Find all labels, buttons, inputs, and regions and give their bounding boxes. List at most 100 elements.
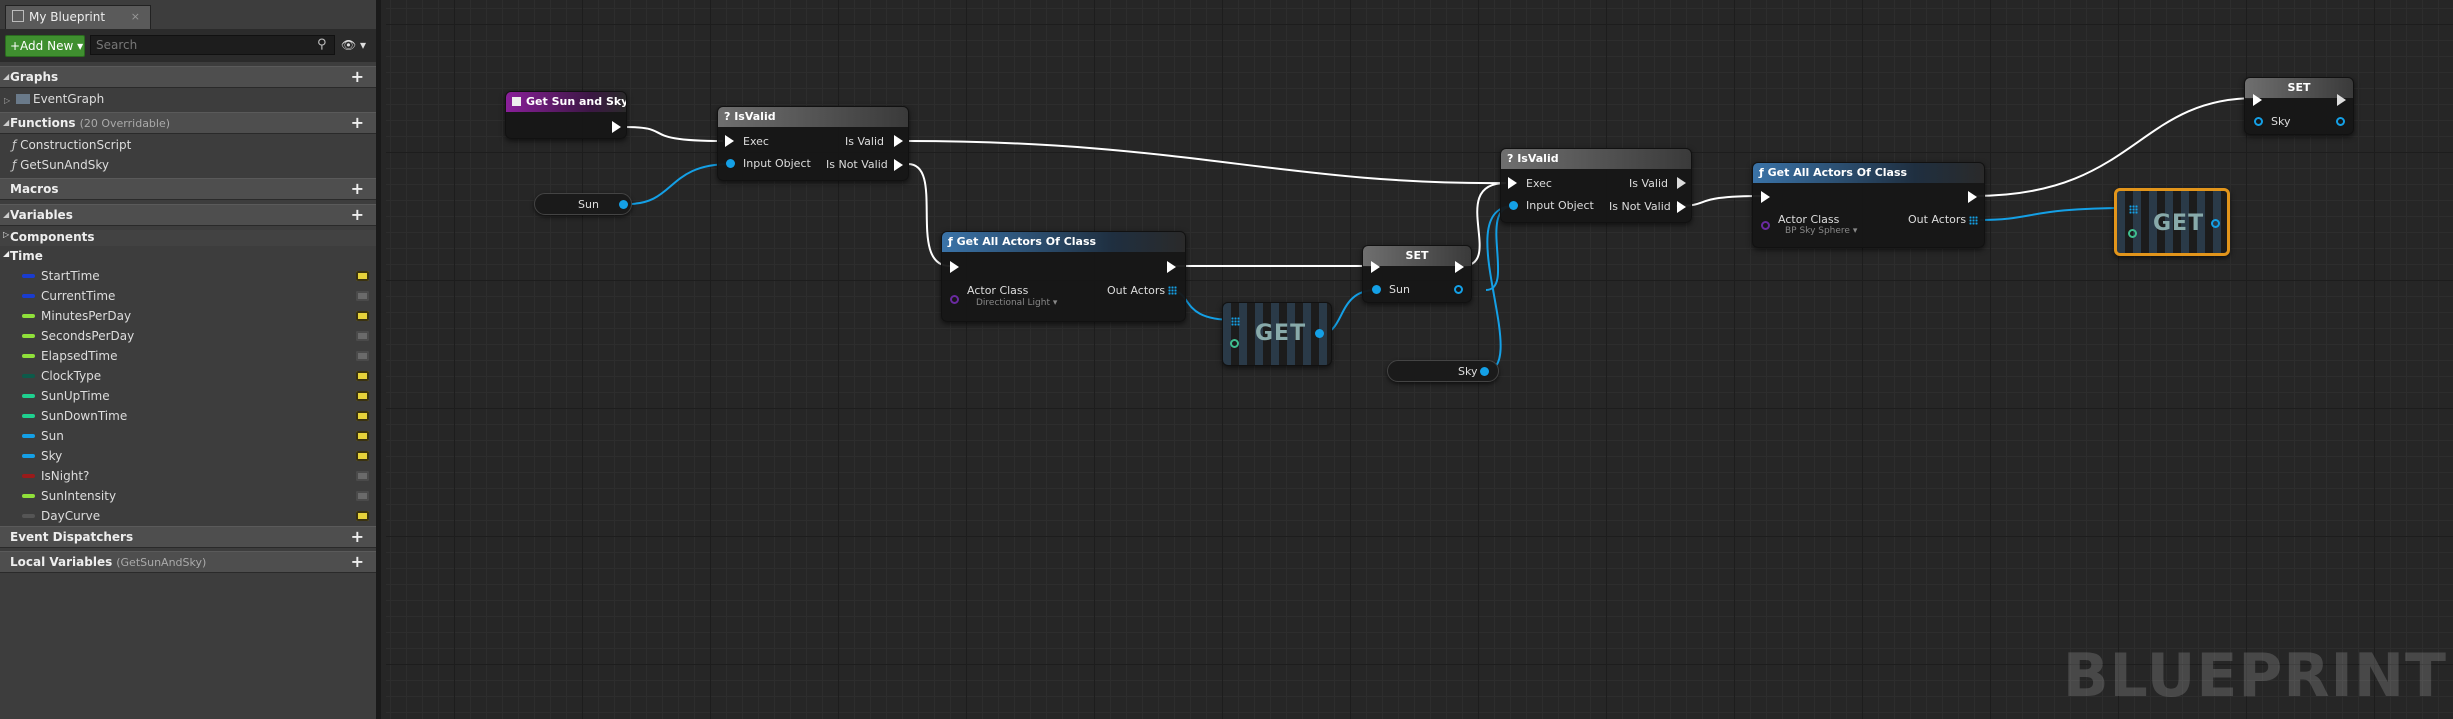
section-variables[interactable]: ◢ Variables + [0,204,376,226]
graph-item-eventgraph[interactable]: ▷ EventGraph [4,92,104,106]
node-isvalid-1[interactable]: ? IsValid Exec Input Object Is Valid Is … [717,106,909,181]
node-isvalid-2[interactable]: ? IsValid Exec Input Object Is Valid Is … [1500,148,1692,223]
out-actors-pin[interactable] [1168,286,1177,295]
add-macro-icon[interactable]: + [351,179,364,199]
exec-in-pin[interactable] [1371,261,1380,273]
out-actors-pin[interactable] [1969,216,1978,225]
expand-icon[interactable]: ◢ [3,113,9,133]
close-icon[interactable]: × [131,6,140,28]
exec-out-pin[interactable] [1455,261,1464,273]
visibility-eye-icon[interactable] [356,371,369,381]
node-get-all-actors-1[interactable]: ƒ Get All Actors Of Class Actor Class Di… [941,231,1186,322]
variable-item[interactable]: Sun [0,428,376,446]
sky-in-pin[interactable] [2254,117,2263,126]
node-set-sun[interactable]: SET Sun [1362,245,1472,303]
exec-out-pin[interactable] [1968,191,1977,203]
add-new-button[interactable]: +Add New ▾ [5,35,85,57]
node-get-all-actors-2[interactable]: ƒ Get All Actors Of Class Actor Class BP… [1752,162,1985,248]
output-pin[interactable] [619,200,628,209]
sun-in-pin[interactable] [1372,285,1381,294]
input-object-pin[interactable] [726,159,735,168]
node-get-sun[interactable]: Sun [534,193,632,215]
section-macros[interactable]: Macros + [0,178,376,200]
variable-item[interactable]: Sky [0,448,376,466]
tab-my-blueprint[interactable]: My Blueprint × [5,5,151,29]
variable-item[interactable]: DayCurve [0,508,376,526]
exec-out-pin[interactable] [2337,94,2346,106]
graph-canvas[interactable]: Get Sun and Sky Sun ? IsValid Exec Input… [386,0,2453,719]
exec-out-pin[interactable] [612,121,621,133]
actor-class-dropdown[interactable]: Directional Light ▾ [976,298,1057,308]
add-function-icon[interactable]: + [351,113,364,133]
actor-class-pin[interactable] [950,295,959,304]
visibility-eye-icon[interactable] [356,271,369,281]
add-local-variable-icon[interactable]: + [351,552,364,572]
exec-in-pin[interactable] [2253,94,2262,106]
visibility-eye-icon[interactable] [356,451,369,461]
function-item-getsunandsky[interactable]: ƒ GetSunAndSky [12,158,109,172]
variable-item[interactable]: SunIntensity [0,488,376,506]
actor-class-dropdown[interactable]: BP Sky Sphere ▾ [1785,226,1857,236]
expand-icon[interactable]: ◢ [3,205,9,225]
is-not-valid-pin[interactable] [894,159,903,171]
array-in-pin[interactable] [2129,205,2138,214]
exec-in-pin[interactable] [1508,177,1517,189]
category-time[interactable]: ◢ Time [0,249,376,265]
item-out-pin[interactable] [2211,219,2220,228]
array-in-pin[interactable] [1231,317,1240,326]
collapse-icon[interactable]: ▷ [3,230,9,239]
visibility-eye-icon[interactable] [356,511,369,521]
collapse-icon[interactable]: ▷ [4,96,10,105]
visibility-eye-icon[interactable] [356,291,369,301]
node-get-sky[interactable]: Sky [1387,360,1499,382]
input-object-pin[interactable] [1509,201,1518,210]
visibility-eye-icon[interactable] [356,411,369,421]
add-variable-icon[interactable]: + [351,205,364,225]
variable-item[interactable]: SunDownTime [0,408,376,426]
exec-in-pin[interactable] [725,135,734,147]
node-set-sky[interactable]: SET Sky [2244,77,2354,135]
variable-item[interactable]: ClockType [0,368,376,386]
visibility-eye-icon[interactable] [356,331,369,341]
index-pin[interactable] [1230,339,1239,348]
visibility-eye-icon[interactable] [356,351,369,361]
sky-out-pin[interactable] [2336,117,2345,126]
section-graphs[interactable]: ◢ Graphs + [0,66,376,88]
exec-in-pin[interactable] [950,261,959,273]
function-item-constructionscript[interactable]: ƒ ConstructionScript [12,138,131,152]
index-pin[interactable] [2128,229,2137,238]
section-event-dispatchers[interactable]: Event Dispatchers + [0,526,376,548]
category-components[interactable]: ▷ Components [0,230,376,246]
expand-icon[interactable]: ◢ [3,67,9,87]
node-array-get-2[interactable]: GET [2114,188,2230,256]
variable-item[interactable]: IsNight? [0,468,376,486]
variable-item[interactable]: ElapsedTime [0,348,376,366]
exec-out-pin[interactable] [1167,261,1176,273]
node-array-get-1[interactable]: GET [1222,302,1332,366]
section-local-variables[interactable]: Local Variables (GetSunAndSky) + [0,551,376,573]
section-functions[interactable]: ◢ Functions (20 Overridable) + [0,112,376,134]
visibility-eye-icon[interactable] [356,391,369,401]
add-event-dispatcher-icon[interactable]: + [351,527,364,547]
add-graph-icon[interactable]: + [351,67,364,87]
is-not-valid-pin[interactable] [1677,201,1686,213]
is-valid-pin[interactable] [894,135,903,147]
visibility-eye-icon[interactable] [356,311,369,321]
view-options-icon[interactable]: 👁 ▾ [341,38,371,52]
node-function-entry[interactable]: Get Sun and Sky [505,91,627,139]
item-out-pin[interactable] [1315,329,1324,338]
visibility-eye-icon[interactable] [356,491,369,501]
expand-icon[interactable]: ◢ [3,249,9,258]
visibility-eye-icon[interactable] [356,431,369,441]
variable-item[interactable]: SecondsPerDay [0,328,376,346]
output-pin[interactable] [1480,367,1489,376]
variable-item[interactable]: SunUpTime [0,388,376,406]
exec-in-pin[interactable] [1761,191,1770,203]
search-icon[interactable]: ⚲ [317,37,333,53]
actor-class-pin[interactable] [1761,221,1770,230]
is-valid-pin[interactable] [1677,177,1686,189]
variable-item[interactable]: StartTime [0,268,376,286]
variable-item[interactable]: MinutesPerDay [0,308,376,326]
visibility-eye-icon[interactable] [356,471,369,481]
search-input[interactable]: Search [90,35,335,55]
